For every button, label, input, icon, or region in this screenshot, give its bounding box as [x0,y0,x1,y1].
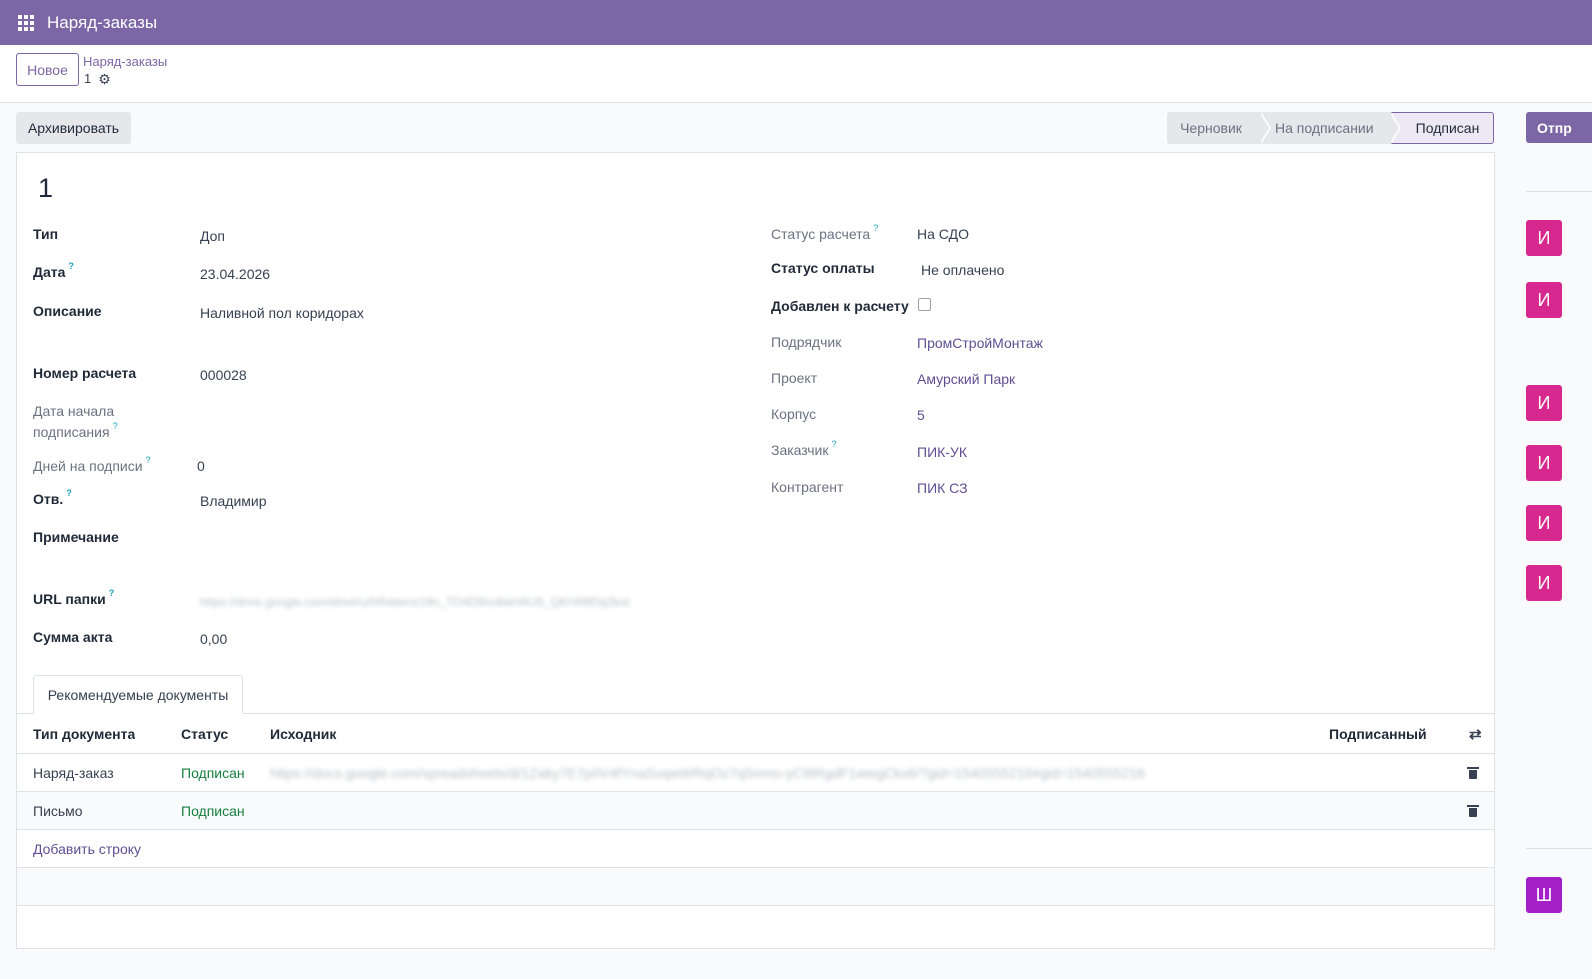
breadcrumb-current: 1 ⚙ [84,71,111,86]
row-status[interactable]: Подписан [181,792,245,829]
table-row[interactable]: Письмо Подписан [17,792,1494,830]
days-on-sign-label: Дней на подписи? [33,455,151,474]
stage-signed[interactable]: Подписан [1391,112,1494,144]
added-to-calc-checkbox[interactable] [918,298,931,311]
responsible-value[interactable]: Владимир [200,493,267,509]
sign-start-label-text: подписания [33,424,110,440]
folder-url-label-text: URL папки [33,591,106,607]
stage-on-signing[interactable]: На подписании [1261,112,1391,144]
column-options-icon[interactable]: ⇄ [1469,714,1482,753]
project-value[interactable]: Амурский Парк [917,371,1015,387]
days-on-sign-value: 0 [197,458,205,474]
documents-table: Тип документа Статус Исходник Подписанны… [17,714,1494,906]
col-header-source[interactable]: Исходник [270,714,1170,753]
empty-row [17,868,1494,906]
help-icon[interactable]: ? [146,455,151,465]
top-navbar: Наряд-заказы [0,0,1592,45]
building-label: Корпус [771,406,817,422]
row-type[interactable]: Письмо [33,792,83,829]
help-icon[interactable]: ? [109,588,115,598]
contractor-value[interactable]: ПромСтройМонтаж [917,335,1043,351]
breadcrumb-current-label: 1 [84,71,92,86]
customer-value[interactable]: ПИК-УК [917,444,967,460]
type-value[interactable]: Доп [200,228,225,244]
customer-label: Заказчик? [771,439,837,458]
new-button[interactable]: Новое [16,53,79,86]
date-value[interactable]: 23.04.2026 [200,266,270,282]
avatar[interactable]: И [1526,505,1562,541]
customer-label-text: Заказчик [771,442,829,458]
payment-status-label: Статус оплаты [771,260,875,276]
stage-pipeline: Черновик На подписании Подписан [1167,112,1494,144]
col-header-signed[interactable]: Подписанный [1329,714,1427,753]
stage-draft[interactable]: Черновик [1167,112,1261,144]
help-icon[interactable]: ? [66,488,72,498]
counterparty-label: Контрагент [771,479,844,495]
avatar[interactable]: И [1526,220,1562,256]
act-sum-value[interactable]: 0,00 [200,631,227,647]
stage-separator [1389,112,1399,144]
help-icon[interactable]: ? [68,261,74,271]
trash-icon[interactable] [1467,792,1479,829]
folder-url-value[interactable]: https://drive.google.com/drive/u/0/folde… [200,595,629,609]
col-header-status[interactable]: Статус [181,714,228,753]
date-label: Дата? [33,261,74,280]
calc-status-label-text: Статус расчета [771,226,871,242]
tab-recommended-documents[interactable]: Рекомендуемые документы [33,675,243,714]
record-title[interactable]: 1 [38,173,53,204]
avatar[interactable]: И [1526,282,1562,318]
chatter-divider [1526,191,1592,192]
avatar[interactable]: И [1526,445,1562,481]
calc-number-label: Номер расчета [33,365,137,381]
chatter-divider [1526,848,1592,849]
type-label: Тип [33,226,59,242]
table-header: Тип документа Статус Исходник Подписанны… [17,714,1494,754]
counterparty-value[interactable]: ПИК СЗ [917,480,968,496]
row-status[interactable]: Подписан [181,754,245,791]
table-row[interactable]: Наряд-заказ Подписан https://docs.google… [17,754,1494,792]
calc-status-label: Статус расчета? [771,223,878,242]
description-label: Описание [33,303,102,319]
avatar[interactable]: Ш [1526,877,1562,913]
responsible-label: Отв.? [33,488,72,507]
apps-grid-icon[interactable] [18,14,34,31]
row-source[interactable]: https://docs.google.com/spreadsheets/d/1… [270,754,1170,791]
responsible-label-text: Отв. [33,491,64,507]
folder-url-label: URL папки? [33,588,115,607]
help-icon[interactable]: ? [113,421,118,431]
description-value[interactable]: Наливной пол коридорах [200,305,364,321]
calc-status-value[interactable]: На СДО [917,226,969,242]
help-icon[interactable]: ? [832,439,837,449]
avatar[interactable]: И [1526,565,1562,601]
control-panel: Новое Наряд-заказы 1 ⚙ [0,45,1592,103]
trash-icon[interactable] [1467,754,1479,791]
project-label: Проект [771,370,818,386]
form-sheet: 1 Тип Доп Дата? 23.04.2026 Описание Нали… [16,152,1495,949]
date-label-text: Дата [33,264,66,280]
payment-status-value[interactable]: Не оплачено [921,262,1004,278]
sign-start-label-line2: подписания? [33,421,118,440]
note-label: Примечание [33,529,119,545]
row-source[interactable] [270,792,1170,829]
breadcrumb-parent[interactable]: Наряд-заказы [83,54,167,69]
sign-start-label-line1: Дата начала [33,403,115,419]
status-bar: Архивировать Черновик На подписании Подп… [0,103,1592,153]
add-line-row: Добавить строку [17,830,1494,868]
app-title[interactable]: Наряд-заказы [47,13,157,33]
archive-button[interactable]: Архивировать [16,112,131,144]
send-message-button[interactable]: Отпр [1526,112,1592,143]
col-header-type[interactable]: Тип документа [33,714,135,753]
building-value[interactable]: 5 [917,407,925,423]
calc-number-value[interactable]: 000028 [200,367,247,383]
add-line-link[interactable]: Добавить строку [33,830,141,867]
stage-separator [1259,112,1269,144]
gear-icon[interactable]: ⚙ [98,72,111,86]
help-icon[interactable]: ? [873,223,878,233]
row-type[interactable]: Наряд-заказ [33,754,114,791]
act-sum-label: Сумма акта [33,629,113,645]
avatar[interactable]: И [1526,385,1562,421]
added-to-calc-label: Добавлен к расчету [771,298,909,314]
days-on-sign-label-text: Дней на подписи [33,458,143,474]
contractor-label: Подрядчик [771,334,842,350]
